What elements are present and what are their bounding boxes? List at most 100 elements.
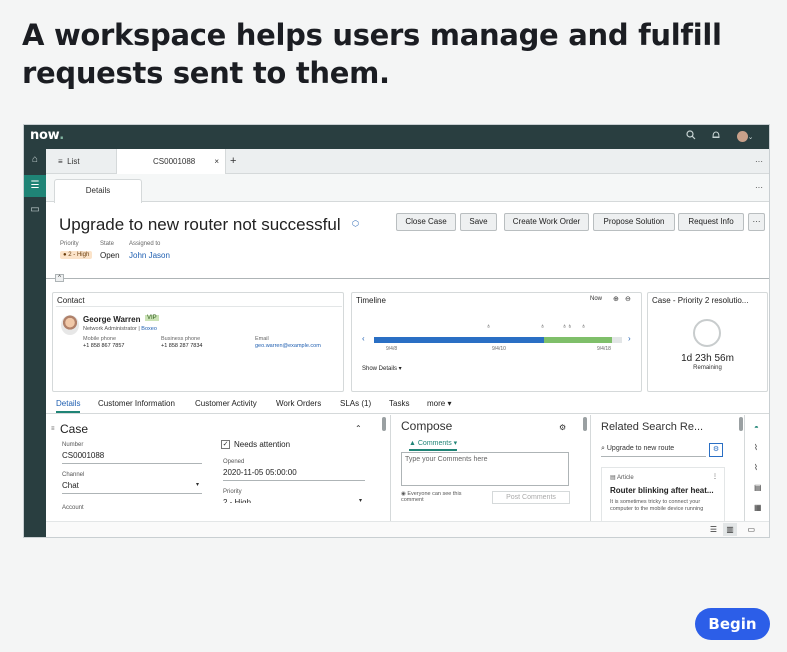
account-label: Account bbox=[62, 505, 84, 511]
compose-title: Compose bbox=[401, 419, 453, 433]
email-value[interactable]: geo.warren@example.com bbox=[255, 343, 321, 349]
sla-time: 1d 23h 56m bbox=[681, 353, 734, 364]
search-icon: ⌕ bbox=[601, 445, 605, 452]
tab-work-orders[interactable]: Work Orders bbox=[276, 399, 321, 408]
save-button[interactable]: Save bbox=[460, 213, 497, 231]
comment-textarea[interactable]: Type your Comments here bbox=[401, 452, 569, 486]
propose-solution-button[interactable]: Propose Solution bbox=[593, 213, 675, 231]
chevron-right-icon[interactable]: › bbox=[628, 334, 631, 343]
opened-label: Opened bbox=[223, 459, 245, 465]
related-search-input[interactable]: ⌕ Upgrade to new route bbox=[601, 443, 706, 457]
timeline-date-end: 9/4/18 bbox=[597, 346, 611, 352]
layout-list-icon[interactable]: ☰ bbox=[710, 525, 717, 534]
timeline-bar-green bbox=[544, 337, 612, 343]
create-work-order-button[interactable]: Create Work Order bbox=[504, 213, 589, 231]
attachment-icon[interactable]: ⌇ bbox=[754, 463, 758, 472]
tab-record[interactable]: CS0001088 × bbox=[116, 149, 226, 174]
article-title[interactable]: Router blinking after heat... bbox=[610, 486, 714, 495]
layout-split-icon[interactable]: ▥ bbox=[723, 523, 737, 536]
opened-value: 2020-11-05 05:00:00 bbox=[223, 468, 297, 477]
zoom-out-icon[interactable]: ⊖ bbox=[625, 295, 631, 303]
tab-details[interactable]: Details bbox=[56, 399, 81, 413]
tag-icon[interactable]: ⬡ bbox=[352, 219, 359, 228]
priority-label: Priority bbox=[60, 241, 79, 247]
home-icon[interactable]: ⌂ bbox=[24, 149, 46, 171]
business-value: +1 858 287 7834 bbox=[161, 343, 203, 349]
search-icon[interactable] bbox=[684, 130, 698, 144]
more-options-icon[interactable]: ··· bbox=[755, 149, 763, 174]
contact-name[interactable]: George Warren bbox=[83, 315, 141, 324]
more-options-icon[interactable]: ⋮ bbox=[712, 473, 718, 480]
timeline-card: Timeline Now ⊕ ⊖ ‹ › ♁ ♁ ♁♁ ♁ 9/4/8 9/4/… bbox=[351, 292, 642, 392]
more-options-icon[interactable]: ··· bbox=[755, 183, 763, 192]
inbox-icon[interactable]: ▭ bbox=[24, 199, 46, 221]
right-rail: ◓ ⌇ ⌇ ▤ ▦ bbox=[744, 415, 769, 521]
timeline-marker-icon[interactable]: ♁ bbox=[581, 323, 586, 330]
timeline-header: Timeline bbox=[356, 296, 386, 305]
subtab-details[interactable]: Details bbox=[54, 179, 142, 203]
list-icon[interactable]: ☰ bbox=[24, 175, 46, 197]
file-icon[interactable]: ▦ bbox=[754, 503, 762, 512]
dropdown-arrow-icon[interactable]: ▾ bbox=[196, 481, 199, 488]
settings-icon[interactable]: ⚙ bbox=[559, 423, 566, 432]
record-title: Upgrade to new router not successful bbox=[59, 215, 341, 234]
channel-label: Channel bbox=[62, 472, 85, 478]
tab-customer-activity[interactable]: Customer Activity bbox=[195, 399, 257, 408]
case-form: ≡ Case ⌃ Number CS0001088 Channel Chat ▾… bbox=[46, 415, 390, 521]
request-info-button[interactable]: Request Info bbox=[678, 213, 744, 231]
tab-more[interactable]: more ▾ bbox=[427, 399, 451, 408]
scrollbar[interactable] bbox=[739, 417, 743, 431]
related-title: Related Search Re... bbox=[601, 421, 704, 433]
sla-remaining: Remaining bbox=[693, 365, 722, 371]
workspace-screenshot: now. ⌄ ⌂ ☰ ▭ ≡ List CS0001088 × + ··· De… bbox=[23, 124, 770, 538]
sla-header: Case - Priority 2 resolutio... bbox=[652, 296, 749, 305]
bell-icon[interactable] bbox=[709, 130, 723, 144]
tab-tasks[interactable]: Tasks bbox=[389, 399, 409, 408]
priority-badge: ● 2 - High bbox=[60, 251, 93, 259]
dropdown-arrow-icon[interactable]: ▾ bbox=[359, 497, 362, 504]
contact-card: Contact George Warren VIP Network Admini… bbox=[52, 292, 344, 392]
article-snippet: It is sometimes tricky to connect your c… bbox=[610, 499, 704, 512]
zoom-in-icon[interactable]: ⊕ bbox=[613, 295, 619, 303]
chevron-down-icon: ⌄ bbox=[747, 134, 754, 141]
scrollbar[interactable] bbox=[382, 417, 386, 431]
paperclip-icon[interactable]: ⌇ bbox=[754, 443, 758, 452]
show-details-link[interactable]: Show Details ▾ bbox=[362, 365, 402, 372]
top-bar: now. ⌄ bbox=[24, 125, 769, 149]
channel-select[interactable]: Chat bbox=[62, 481, 79, 490]
chevron-left-icon[interactable]: ‹ bbox=[362, 334, 365, 343]
collapse-icon[interactable]: ^ bbox=[55, 274, 64, 282]
timeline-marker-icon[interactable]: ♁ bbox=[540, 323, 545, 330]
tab-list[interactable]: ≡ List bbox=[58, 149, 108, 174]
timeline-marker-icon[interactable]: ♁♁ bbox=[562, 323, 573, 330]
tab-slas[interactable]: SLAs (1) bbox=[340, 399, 371, 408]
filter-icon[interactable]: ⚙ bbox=[709, 443, 723, 457]
comments-tab[interactable]: ▲ Comments ▾ bbox=[409, 439, 458, 451]
scrollbar[interactable] bbox=[583, 417, 587, 431]
add-tab-icon[interactable]: + bbox=[230, 149, 236, 174]
begin-button[interactable]: Begin bbox=[695, 608, 770, 640]
article-type: ▤ Article bbox=[610, 475, 634, 481]
drag-handle-icon[interactable]: ≡ bbox=[51, 426, 55, 432]
chevron-up-icon[interactable]: ⌃ bbox=[355, 424, 362, 433]
assigned-link[interactable]: John Jason bbox=[129, 251, 170, 260]
document-icon[interactable]: ▤ bbox=[754, 483, 762, 492]
more-actions-button[interactable]: ··· bbox=[748, 213, 765, 231]
post-comments-button[interactable]: Post Comments bbox=[492, 491, 570, 504]
close-case-button[interactable]: Close Case bbox=[396, 213, 456, 231]
close-icon[interactable]: × bbox=[214, 149, 219, 174]
layout-footer: ☰ ▥ ▭ bbox=[46, 521, 769, 537]
now-label[interactable]: Now bbox=[590, 296, 602, 302]
layout-single-icon[interactable]: ▭ bbox=[747, 525, 755, 534]
priority-field-value[interactable]: 2 - High bbox=[223, 498, 251, 503]
needs-attention-checkbox[interactable]: ✓ bbox=[221, 440, 230, 449]
tab-customer-information[interactable]: Customer Information bbox=[98, 399, 175, 408]
agent-assist-icon[interactable]: ◓ bbox=[754, 423, 759, 432]
timeline-marker-icon[interactable]: ♁ bbox=[486, 323, 491, 330]
number-value: CS0001088 bbox=[62, 451, 105, 460]
record-subtabs: Details ··· bbox=[46, 174, 769, 203]
mobile-value: +1 858 867 7857 bbox=[83, 343, 125, 349]
user-avatar-menu[interactable]: ⌄ bbox=[734, 130, 756, 144]
now-logo: now. bbox=[30, 128, 64, 143]
assigned-label: Assigned to bbox=[129, 241, 161, 247]
